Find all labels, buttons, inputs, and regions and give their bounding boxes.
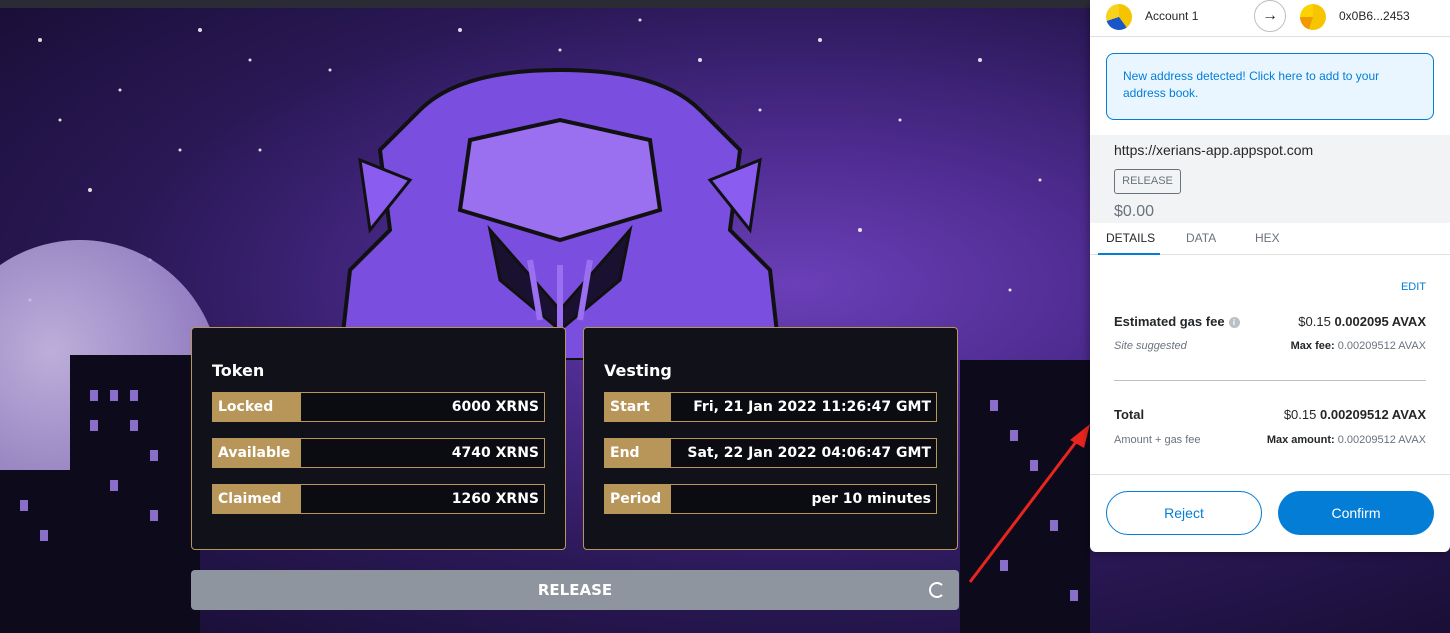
total-amount: 0.00209512 AVAX xyxy=(1320,407,1426,422)
max-fee-value: 0.00209512 AVAX xyxy=(1337,340,1426,352)
total-label: Total xyxy=(1114,407,1145,422)
transaction-value: $0.00 xyxy=(1114,203,1155,220)
recipient-avatar-icon xyxy=(1300,4,1326,30)
gas-fee-value: $0.15 0.002095 AVAX xyxy=(1298,314,1426,329)
token-row-claimed: Claimed 1260 XRNS xyxy=(212,484,545,514)
building xyxy=(0,470,80,633)
token-card-title: Token xyxy=(212,361,265,380)
row-value: Fri, 21 Jan 2022 11:26:47 GMT xyxy=(671,393,936,421)
wallet-header: Account 1 → 0x0B6...2453 xyxy=(1090,0,1450,37)
recipient-address[interactable]: 0x0B6...2453 xyxy=(1339,9,1410,23)
max-amount-value: 0.00209512 AVAX xyxy=(1337,434,1426,446)
transaction-summary: https://xerians-app.appspot.com RELEASE … xyxy=(1090,135,1450,223)
wallet-popup: Account 1 → 0x0B6...2453 New address det… xyxy=(1090,0,1450,552)
arrow-right-icon: → xyxy=(1254,0,1286,32)
robot-illustration xyxy=(337,67,783,360)
row-value: Sat, 22 Jan 2022 04:06:47 GMT xyxy=(671,439,936,467)
row-value: 6000 XRNS xyxy=(301,393,544,421)
confirm-button[interactable]: Confirm xyxy=(1278,491,1434,535)
annotation-arrow-icon xyxy=(968,424,1090,583)
row-label: Available xyxy=(213,439,301,467)
max-fee-label: Max fee: xyxy=(1290,340,1335,352)
row-label: Period xyxy=(605,485,671,513)
vesting-row-start: Start Fri, 21 Jan 2022 11:26:47 GMT xyxy=(604,392,937,422)
gas-fee-amount: 0.002095 AVAX xyxy=(1334,314,1426,329)
gas-fee-usd: $0.15 xyxy=(1298,314,1331,329)
row-value: 4740 XRNS xyxy=(301,439,544,467)
reject-button[interactable]: Reject xyxy=(1106,491,1262,535)
account-name[interactable]: Account 1 xyxy=(1145,9,1198,23)
row-value: per 10 minutes xyxy=(671,485,936,513)
row-label: Start xyxy=(605,393,671,421)
edit-gas-link[interactable]: EDIT xyxy=(1401,281,1426,293)
info-icon[interactable]: i xyxy=(1228,317,1240,328)
row-label: Locked xyxy=(213,393,301,421)
total-value: $0.15 0.00209512 AVAX xyxy=(1284,407,1426,422)
tab-hex[interactable]: HEX xyxy=(1255,231,1280,245)
max-amount: Max amount: 0.00209512 AVAX xyxy=(1267,434,1426,446)
gas-fee-label-text: Estimated gas fee xyxy=(1114,314,1225,329)
total-sublabel: Amount + gas fee xyxy=(1114,434,1201,446)
account-avatar-icon xyxy=(1106,4,1132,30)
divider xyxy=(1114,380,1426,381)
token-card: Token Locked 6000 XRNS Available 4740 XR… xyxy=(191,327,566,550)
max-amount-label: Max amount: xyxy=(1266,434,1335,446)
max-fee: Max fee: 0.00209512 AVAX xyxy=(1291,340,1426,352)
total-usd: $0.15 xyxy=(1283,407,1317,422)
token-row-locked: Locked 6000 XRNS xyxy=(212,392,545,422)
release-button[interactable]: RELEASE xyxy=(191,570,959,610)
vesting-row-period: Period per 10 minutes xyxy=(604,484,937,514)
new-address-notice[interactable]: New address detected! Click here to add … xyxy=(1106,53,1434,120)
site-origin: https://xerians-app.appspot.com xyxy=(1114,142,1314,158)
row-label: Claimed xyxy=(213,485,301,513)
row-label: End xyxy=(605,439,671,467)
tab-data[interactable]: DATA xyxy=(1186,231,1216,245)
footer-divider xyxy=(1090,474,1450,475)
vesting-card-title: Vesting xyxy=(604,361,672,380)
active-tab-indicator xyxy=(1098,253,1160,255)
release-button-label: RELEASE xyxy=(537,581,613,599)
token-row-available: Available 4740 XRNS xyxy=(212,438,545,468)
gas-fee-label: Estimated gas fee i xyxy=(1114,314,1240,329)
vesting-row-end: End Sat, 22 Jan 2022 04:06:47 GMT xyxy=(604,438,937,468)
gas-fee-sublabel: Site suggested xyxy=(1114,340,1187,352)
detail-tabs: DETAILS DATA HEX xyxy=(1090,223,1450,255)
row-value: 1260 XRNS xyxy=(301,485,544,513)
method-badge: RELEASE xyxy=(1114,169,1181,194)
loading-spinner-icon xyxy=(929,582,945,598)
tab-details[interactable]: DETAILS xyxy=(1106,231,1155,245)
vesting-card: Vesting Start Fri, 21 Jan 2022 11:26:47 … xyxy=(583,327,958,550)
